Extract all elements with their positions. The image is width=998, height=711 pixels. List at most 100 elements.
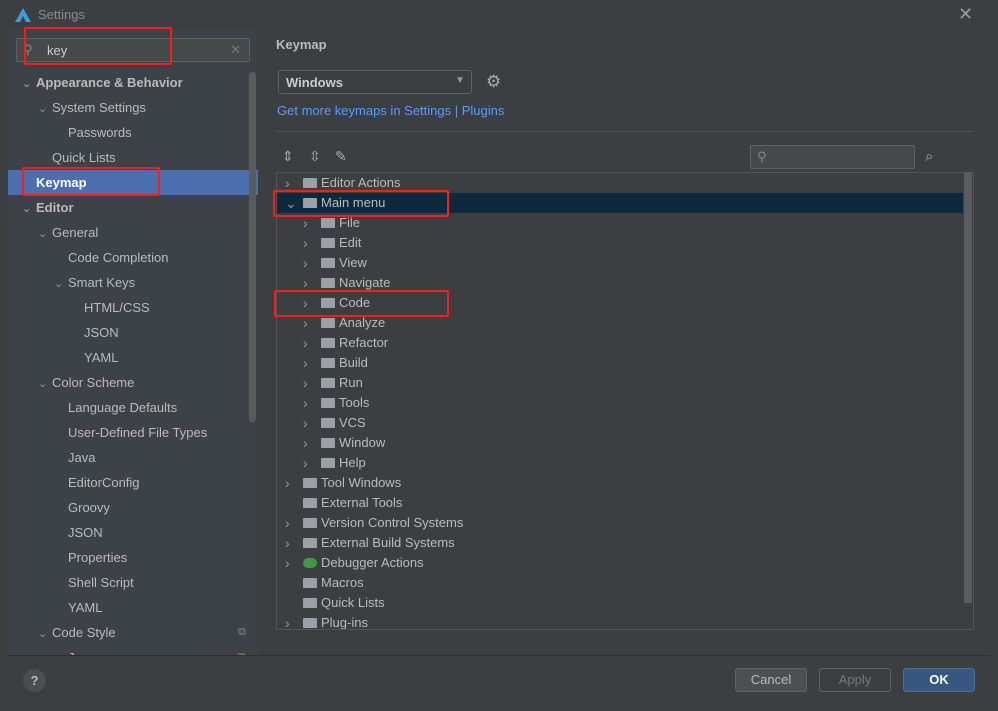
sidebar-item[interactable]: Keymap (8, 170, 258, 195)
sidebar-item[interactable]: HTML/CSS (8, 295, 248, 320)
sidebar-item-label: JSON (68, 525, 103, 540)
tree-row[interactable]: › Code (277, 293, 963, 313)
tree-scrollbar[interactable] (964, 173, 972, 603)
get-more-keymaps-link[interactable]: Get more keymaps in Settings | Plugins (277, 103, 504, 118)
chevron-right-icon[interactable]: › (303, 273, 308, 293)
keymap-select[interactable]: Windows ▼ (278, 70, 472, 94)
tree-row[interactable]: External Tools (277, 493, 963, 513)
chevron-right-icon[interactable]: › (303, 433, 308, 453)
tree-row[interactable]: › View (277, 253, 963, 273)
tree-row[interactable]: › VCS (277, 413, 963, 433)
expand-all-icon[interactable]: ⇕ (282, 148, 294, 165)
sidebar-item[interactable]: ⌄ System Settings (8, 95, 248, 120)
chevron-right-icon[interactable]: › (303, 293, 308, 313)
settings-search-input[interactable]: ⚲ key ✕ (16, 38, 250, 62)
tree-row[interactable]: › File (277, 213, 963, 233)
chevron-down-icon[interactable]: ⌄ (38, 97, 52, 122)
tree-row[interactable]: › Window (277, 433, 963, 453)
tree-row-label: Edit (339, 235, 362, 250)
sidebar-item[interactable]: Quick Lists (8, 145, 248, 170)
tree-row-label: Tools (339, 395, 370, 410)
tree-row[interactable]: ⌄ Main menu (277, 193, 963, 213)
sidebar-item[interactable]: YAML (8, 595, 248, 620)
chevron-down-icon[interactable]: ⌄ (22, 72, 36, 97)
sidebar-item[interactable]: Properties (8, 545, 248, 570)
gear-icon[interactable]: ⚙ (486, 72, 501, 92)
tree-row[interactable]: Macros (277, 573, 963, 593)
chevron-right-icon[interactable]: › (303, 413, 308, 433)
tree-row[interactable]: › Build (277, 353, 963, 373)
help-button[interactable]: ? (23, 669, 46, 692)
tree-row[interactable]: › Plug-ins (277, 613, 963, 629)
chevron-right-icon[interactable]: › (303, 313, 308, 333)
tree-row[interactable]: › Navigate (277, 273, 963, 293)
tree-row[interactable]: › Refactor (277, 333, 963, 353)
close-icon[interactable]: ✕ (958, 4, 973, 25)
sidebar-item[interactable]: JSON (8, 320, 248, 345)
chevron-right-icon[interactable]: › (303, 253, 308, 273)
sidebar-item[interactable]: User-Defined File Types (8, 420, 248, 445)
chevron-right-icon[interactable]: › (285, 473, 290, 493)
chevron-right-icon[interactable]: › (285, 613, 290, 629)
chevron-right-icon[interactable]: › (303, 393, 308, 413)
folder-icon (303, 518, 317, 528)
sidebar-item[interactable]: YAML (8, 345, 248, 370)
chevron-right-icon[interactable]: › (303, 333, 308, 353)
chevron-down-icon[interactable]: ⌄ (38, 372, 52, 397)
chevron-right-icon[interactable]: › (303, 233, 308, 253)
sidebar-item[interactable]: Java (8, 445, 248, 470)
tree-row[interactable]: › Analyze (277, 313, 963, 333)
chevron-right-icon[interactable]: › (303, 373, 308, 393)
tree-row[interactable]: › Tools (277, 393, 963, 413)
tree-row[interactable]: › Version Control Systems (277, 513, 963, 533)
chevron-right-icon[interactable]: › (285, 513, 290, 533)
chevron-down-icon[interactable]: ⌄ (22, 197, 36, 222)
edit-pencil-icon[interactable]: ✎ (335, 148, 347, 165)
chevron-down-icon[interactable]: ⌄ (54, 272, 68, 297)
tree-row-label: External Tools (321, 495, 403, 510)
sidebar-item[interactable]: ⌄ General (8, 220, 248, 245)
sidebar-item[interactable]: Language Defaults (8, 395, 248, 420)
sidebar-item[interactable]: J⧉ (8, 645, 248, 655)
cancel-button[interactable]: Cancel (735, 668, 807, 692)
sidebar-scrollbar[interactable] (249, 72, 256, 422)
apply-button[interactable]: Apply (819, 668, 891, 692)
chevron-right-icon[interactable]: › (303, 213, 308, 233)
chevron-right-icon[interactable]: › (303, 453, 308, 473)
chevron-down-icon[interactable]: ⌄ (38, 622, 52, 647)
chevron-right-icon[interactable]: › (285, 173, 290, 193)
sidebar-item[interactable]: ⌄ Editor (8, 195, 248, 220)
folder-icon (303, 498, 317, 508)
tree-row[interactable]: › Editor Actions (277, 173, 963, 193)
sidebar-item[interactable]: ⌄ Code Style ⧉ (8, 620, 248, 645)
chevron-down-icon[interactable]: ⌄ (38, 222, 52, 247)
chevron-right-icon[interactable]: › (285, 553, 290, 573)
chevron-right-icon[interactable]: › (285, 533, 290, 553)
folder-icon (321, 418, 335, 428)
sidebar-item[interactable]: EditorConfig (8, 470, 248, 495)
sidebar-item[interactable]: Groovy (8, 495, 248, 520)
ok-button[interactable]: OK (903, 668, 975, 692)
clear-search-icon[interactable]: ✕ (230, 42, 241, 58)
sidebar-item[interactable]: Shell Script (8, 570, 248, 595)
find-by-shortcut-icon[interactable]: ⌕ (925, 148, 933, 165)
tree-row[interactable]: Quick Lists (277, 593, 963, 613)
chevron-down-icon[interactable]: ⌄ (285, 193, 297, 213)
tree-row-label: Debugger Actions (321, 555, 424, 570)
tree-row[interactable]: › Help (277, 453, 963, 473)
sidebar-item[interactable]: ⌄ Appearance & Behavior (8, 70, 248, 95)
collapse-all-icon[interactable]: ⇳ (309, 148, 321, 165)
search-icon: ⚲ (23, 42, 33, 57)
tree-row[interactable]: › Tool Windows (277, 473, 963, 493)
sidebar-item[interactable]: ⌄ Color Scheme (8, 370, 248, 395)
tree-row[interactable]: › External Build Systems (277, 533, 963, 553)
action-search-input[interactable]: ⚲ (750, 145, 915, 169)
tree-row[interactable]: › Run (277, 373, 963, 393)
tree-row[interactable]: › Debugger Actions (277, 553, 963, 573)
sidebar-item[interactable]: JSON (8, 520, 248, 545)
sidebar-item[interactable]: Code Completion (8, 245, 248, 270)
tree-row[interactable]: › Edit (277, 233, 963, 253)
sidebar-item[interactable]: ⌄ Smart Keys (8, 270, 248, 295)
sidebar-item[interactable]: Passwords (8, 120, 248, 145)
chevron-right-icon[interactable]: › (303, 353, 308, 373)
